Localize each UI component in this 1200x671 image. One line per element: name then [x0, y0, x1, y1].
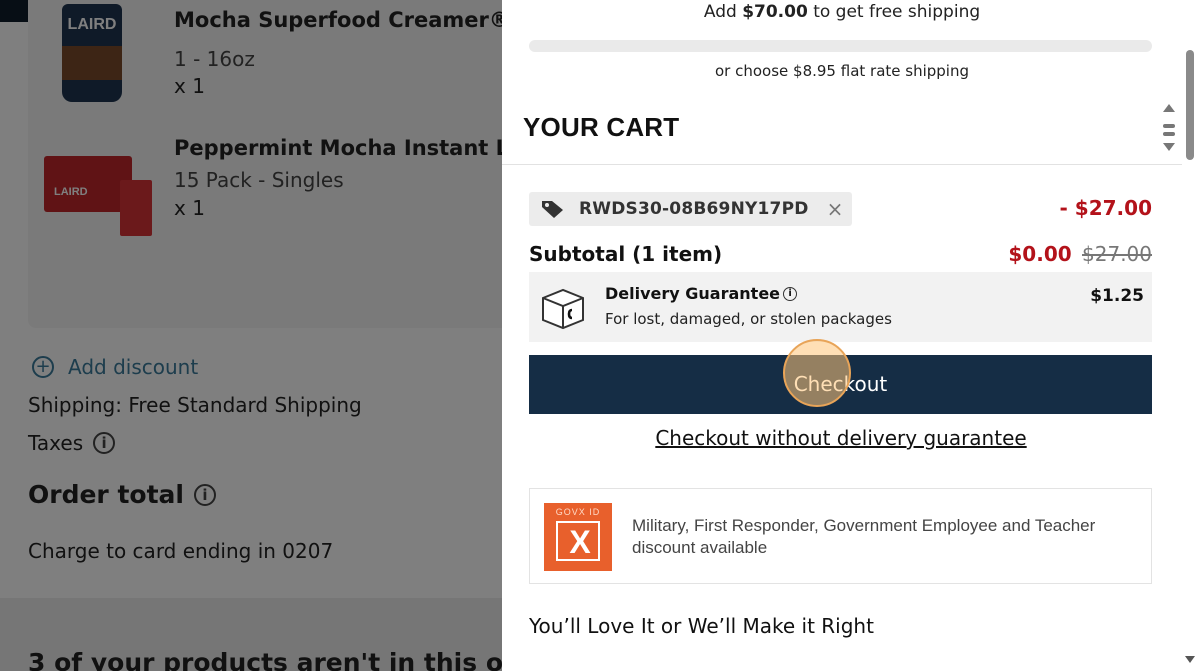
govx-logo-icon: GOVX ID X	[544, 503, 612, 571]
info-icon[interactable]: i	[783, 286, 798, 301]
subtotal-prices: $0.00 $27.00	[1008, 242, 1152, 266]
guarantee-heading: You’ll Love It or We’ll Make it Right	[529, 614, 874, 638]
scroll-control[interactable]	[1162, 104, 1178, 156]
delivery-guarantee-price: $1.25	[1090, 286, 1144, 306]
subtotal-label: Subtotal (1 item)	[529, 242, 723, 266]
divider	[502, 164, 1182, 165]
cart-drawer: Add $70.00 to get free shipping or choos…	[502, 0, 1200, 671]
scroll-thumb[interactable]	[1186, 50, 1194, 160]
package-icon	[542, 288, 584, 330]
drawer-scrollbar[interactable]	[1183, 0, 1200, 671]
discount-code: RWDS30-08B69NY17PD	[579, 199, 809, 219]
govx-discount-banner[interactable]: GOVX ID X Military, First Responder, Gov…	[529, 488, 1152, 584]
cart-title: YOUR CART	[523, 112, 680, 142]
free-shipping-progress	[529, 40, 1152, 52]
scroll-up-icon[interactable]	[1163, 104, 1175, 112]
checkout-without-guarantee-link[interactable]: Checkout without delivery guarantee	[502, 426, 1180, 450]
discount-code-chip: RWDS30-08B69NY17PD ×	[529, 192, 852, 226]
delivery-guarantee-subtitle: For lost, damaged, or stolen packages	[605, 310, 892, 328]
scroll-down-icon[interactable]	[1163, 143, 1175, 151]
govx-text: Military, First Responder, Government Em…	[632, 516, 1096, 557]
original-price: $27.00	[1082, 242, 1152, 266]
close-icon[interactable]: ×	[827, 199, 844, 219]
checkout-button[interactable]: Checkout	[529, 355, 1152, 414]
discount-amount: - $27.00	[1059, 196, 1152, 220]
scroll-down-icon[interactable]	[1185, 656, 1195, 663]
subtotal-price: $0.00	[1008, 242, 1072, 266]
scroll-grip-icon	[1163, 124, 1175, 128]
delivery-guarantee-title: Delivery Guarantee i	[605, 284, 798, 303]
tag-icon	[542, 201, 563, 218]
free-shipping-message: Add $70.00 to get free shipping	[703, 2, 981, 22]
flat-rate-message: or choose $8.95 flat rate shipping	[715, 62, 969, 80]
delivery-guarantee-option[interactable]: Delivery Guarantee i For lost, damaged, …	[529, 272, 1152, 342]
